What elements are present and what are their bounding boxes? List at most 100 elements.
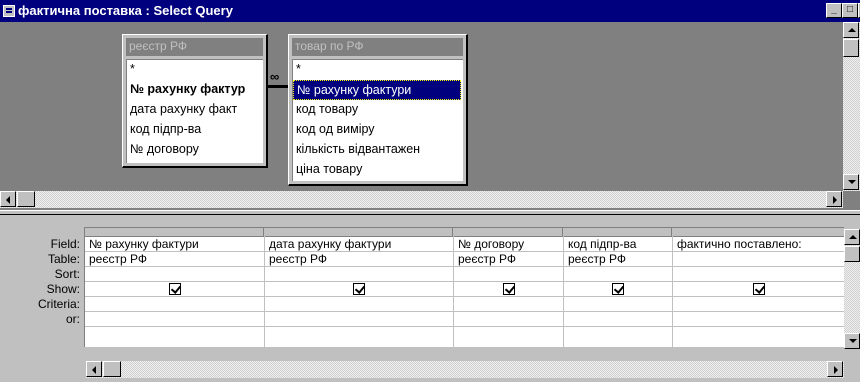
row-label-table: Table: bbox=[47, 252, 80, 266]
scroll-down-button[interactable] bbox=[843, 174, 859, 190]
show-cell[interactable] bbox=[265, 282, 453, 297]
table-cell[interactable]: реєстр РФ bbox=[265, 252, 453, 267]
scroll-thumb[interactable] bbox=[103, 361, 121, 377]
scroll-thumb[interactable] bbox=[843, 39, 859, 57]
field-item-unit-code[interactable]: код од виміру bbox=[293, 120, 463, 140]
scroll-left-button[interactable] bbox=[86, 361, 102, 377]
field-list-reestr[interactable]: реєстр РФ * № рахунку фактур дата рахунк… bbox=[122, 34, 268, 168]
show-checkbox[interactable] bbox=[612, 282, 624, 295]
scroll-left-button[interactable] bbox=[0, 191, 16, 207]
table-pane-horizontal-scrollbar[interactable] bbox=[0, 191, 843, 208]
column-selector[interactable] bbox=[673, 228, 844, 237]
arrow-down-icon bbox=[848, 180, 856, 184]
scroll-right-button[interactable] bbox=[827, 361, 843, 377]
window-title: фактична поставка : Select Query bbox=[18, 3, 233, 18]
or-cell[interactable] bbox=[564, 312, 672, 327]
scroll-thumb[interactable] bbox=[17, 191, 35, 207]
field-cell[interactable]: № рахунку фактури bbox=[85, 237, 264, 252]
or-cell[interactable] bbox=[673, 312, 844, 327]
arrow-up-icon bbox=[848, 28, 856, 32]
show-checkbox[interactable] bbox=[168, 282, 181, 295]
sort-cell[interactable] bbox=[265, 267, 453, 282]
field-list-title[interactable]: реєстр РФ bbox=[126, 38, 263, 56]
grid-column[interactable]: № договору реєстр РФ bbox=[454, 228, 564, 347]
criteria-cell[interactable] bbox=[454, 297, 563, 312]
field-item-invoice-date[interactable]: дата рахунку факт bbox=[127, 100, 263, 120]
arrow-up-icon bbox=[849, 235, 857, 239]
field-item-product-price[interactable]: ціна товару bbox=[293, 160, 463, 180]
field-item-all[interactable]: * bbox=[293, 60, 463, 80]
arrow-down-icon bbox=[849, 339, 857, 343]
field-list-body[interactable]: * № рахунку фактур дата рахунку факт код… bbox=[126, 59, 263, 163]
field-item-company-code[interactable]: код підпр-ва bbox=[127, 120, 263, 140]
window-titlebar[interactable]: фактична поставка : Select Query _ □ × bbox=[0, 0, 860, 22]
table-pane-vertical-scrollbar[interactable] bbox=[843, 22, 860, 191]
grid-horizontal-scrollbar[interactable] bbox=[86, 361, 844, 378]
field-cell[interactable]: код підпр-ва bbox=[564, 237, 672, 252]
grid-column[interactable]: фактично поставлено: bbox=[673, 228, 844, 347]
query-design-grid[interactable]: № рахунку фактури реєстр РФ дата рахунку… bbox=[84, 227, 844, 347]
or-cell[interactable] bbox=[454, 312, 563, 327]
table-cell[interactable]: реєстр РФ bbox=[454, 252, 563, 267]
scroll-right-button[interactable] bbox=[826, 191, 842, 207]
field-item-invoice-number[interactable]: № рахунку фактури bbox=[293, 80, 461, 100]
criteria-cell[interactable] bbox=[85, 297, 264, 312]
field-cell[interactable]: фактично поставлено: bbox=[673, 237, 844, 252]
sort-cell[interactable] bbox=[673, 267, 844, 282]
maximize-button[interactable]: □ bbox=[842, 3, 858, 18]
column-selector[interactable] bbox=[265, 228, 453, 237]
field-item-contract-number[interactable]: № договору bbox=[127, 140, 263, 160]
field-item-invoice-number[interactable]: № рахунку фактур bbox=[127, 80, 263, 100]
table-cell[interactable] bbox=[673, 252, 844, 267]
table-cell[interactable]: реєстр РФ bbox=[564, 252, 672, 267]
table-cell[interactable]: реєстр РФ bbox=[85, 252, 264, 267]
grid-column[interactable]: код підпр-ва реєстр РФ bbox=[564, 228, 673, 347]
grid-column[interactable]: № рахунку фактури реєстр РФ bbox=[85, 228, 265, 347]
field-item-all[interactable]: * bbox=[127, 60, 263, 80]
scroll-down-button[interactable] bbox=[844, 333, 860, 349]
table-pane[interactable]: реєстр РФ * № рахунку фактур дата рахунк… bbox=[0, 22, 860, 210]
query-window-icon[interactable] bbox=[3, 5, 15, 17]
sort-cell[interactable] bbox=[564, 267, 672, 282]
criteria-cell[interactable] bbox=[265, 297, 453, 312]
sort-cell[interactable] bbox=[454, 267, 563, 282]
column-selector[interactable] bbox=[85, 228, 264, 237]
show-cell[interactable] bbox=[85, 282, 264, 297]
scroll-up-button[interactable] bbox=[843, 22, 859, 38]
arrow-left-icon bbox=[92, 366, 96, 374]
grid-vertical-scrollbar[interactable] bbox=[844, 229, 860, 349]
field-list-title[interactable]: товар по РФ bbox=[292, 38, 463, 56]
field-list-body[interactable]: * № рахунку фактури код товару код од ви… bbox=[292, 59, 463, 181]
field-cell[interactable]: дата рахунку фактури bbox=[265, 237, 453, 252]
criteria-cell[interactable] bbox=[564, 297, 672, 312]
show-cell[interactable] bbox=[564, 282, 672, 297]
or-cell[interactable] bbox=[85, 312, 264, 327]
or-cell[interactable] bbox=[265, 312, 453, 327]
maximize-icon: □ bbox=[846, 4, 854, 15]
field-item-product-code[interactable]: код товару bbox=[293, 100, 463, 120]
row-label-show: Show: bbox=[46, 282, 80, 296]
grid-row-labels: Field: Table: Sort: Show: Criteria: or: bbox=[0, 237, 84, 327]
field-list-tovar[interactable]: товар по РФ * № рахунку фактури код това… bbox=[288, 34, 468, 186]
join-relationship-icon[interactable]: ∞ bbox=[270, 69, 279, 84]
join-line[interactable] bbox=[266, 85, 290, 88]
design-grid-pane[interactable]: Field: Table: Sort: Show: Criteria: or: … bbox=[0, 215, 860, 382]
scroll-up-button[interactable] bbox=[844, 229, 860, 245]
show-checkbox[interactable] bbox=[353, 282, 365, 295]
scroll-thumb[interactable] bbox=[844, 246, 860, 262]
column-selector[interactable] bbox=[564, 228, 672, 237]
show-cell[interactable] bbox=[673, 282, 844, 297]
minimize-button[interactable]: _ bbox=[826, 3, 842, 18]
arrow-right-icon bbox=[834, 366, 838, 374]
criteria-cell[interactable] bbox=[673, 297, 844, 312]
row-label-or: or: bbox=[65, 312, 80, 326]
row-label-criteria: Criteria: bbox=[37, 297, 80, 311]
grid-column[interactable]: дата рахунку фактури реєстр РФ bbox=[265, 228, 454, 347]
sort-cell[interactable] bbox=[85, 267, 264, 282]
show-checkbox[interactable] bbox=[753, 282, 765, 295]
field-item-quantity-shipped[interactable]: кількість відвантажен bbox=[293, 140, 463, 160]
field-cell[interactable]: № договору bbox=[454, 237, 563, 252]
show-checkbox[interactable] bbox=[502, 282, 515, 295]
show-cell[interactable] bbox=[454, 282, 563, 297]
column-selector[interactable] bbox=[454, 228, 563, 237]
